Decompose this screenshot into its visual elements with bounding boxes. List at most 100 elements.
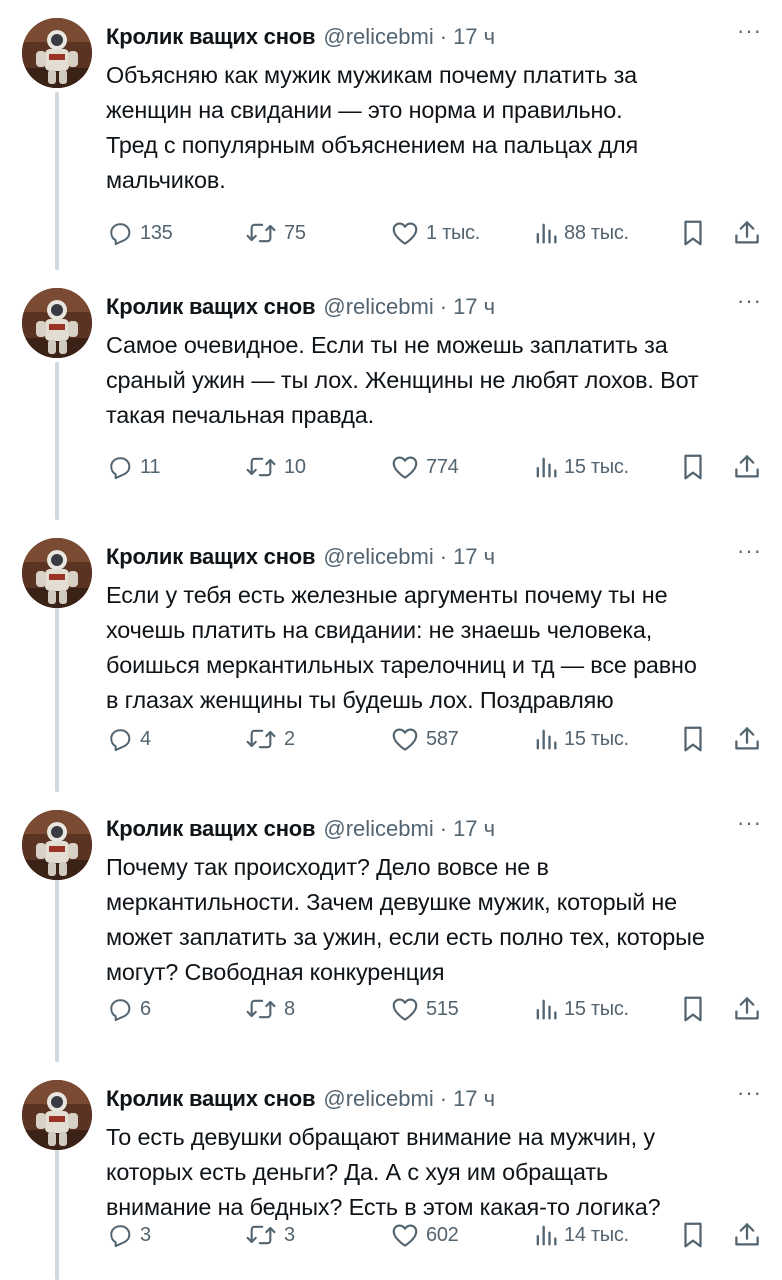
tweet-actions: 6 8 515 15 тыс.	[106, 992, 762, 1026]
like-button[interactable]: 602	[390, 1218, 459, 1252]
author-name[interactable]: Кролик ващих снов	[106, 24, 316, 50]
reply-button[interactable]: 3	[106, 1218, 151, 1252]
avatar[interactable]	[22, 810, 92, 880]
author-name[interactable]: Кролик ващих снов	[106, 294, 316, 320]
retweet-button[interactable]: 3	[244, 1218, 295, 1252]
bookmark-button[interactable]	[680, 1218, 706, 1252]
views-button[interactable]: 15 тыс.	[534, 722, 629, 756]
bookmark-icon	[684, 220, 702, 246]
more-icon[interactable]: ···	[737, 1080, 762, 1106]
tweet-time[interactable]: 17 ч	[453, 544, 495, 570]
like-button[interactable]: 774	[390, 450, 459, 484]
retweet-count: 8	[284, 997, 295, 1020]
thread-line	[55, 866, 59, 1062]
author-handle[interactable]: @relicebmi	[323, 24, 433, 50]
tweet-time[interactable]: 17 ч	[453, 24, 495, 50]
retweet-icon	[246, 729, 276, 749]
share-button[interactable]	[732, 1218, 762, 1252]
like-button[interactable]: 587	[390, 722, 459, 756]
share-button[interactable]	[732, 216, 762, 250]
views-button[interactable]: 15 тыс.	[534, 450, 629, 484]
tweet-time[interactable]: 17 ч	[453, 1086, 495, 1112]
like-button[interactable]: 1 тыс.	[390, 216, 480, 250]
reply-icon	[110, 1225, 131, 1248]
bookmark-button[interactable]	[680, 450, 706, 484]
separator-dot: ·	[439, 544, 448, 569]
avatar[interactable]	[22, 1080, 92, 1150]
tweet-actions: 11 10 774 15 тыс.	[106, 450, 762, 484]
tweet-header: Кролик ващих снов @relicebmi · 17 ч ···	[106, 810, 762, 844]
avatar[interactable]	[22, 538, 92, 608]
reply-count: 11	[140, 455, 161, 478]
share-button[interactable]	[732, 992, 762, 1026]
separator-dot: ·	[439, 1086, 448, 1111]
share-button[interactable]	[732, 450, 762, 484]
views-icon	[536, 1225, 557, 1246]
avatar-astronaut-image	[22, 538, 92, 608]
views-button[interactable]: 14 тыс.	[534, 1218, 629, 1252]
reply-button[interactable]: 4	[106, 722, 151, 756]
reply-button[interactable]: 6	[106, 992, 151, 1026]
retweet-count: 3	[284, 1223, 295, 1246]
thread-line	[55, 362, 59, 520]
retweet-count: 10	[284, 455, 306, 478]
reply-button[interactable]: 11	[106, 450, 160, 484]
reply-icon	[110, 223, 131, 246]
avatar[interactable]	[22, 288, 92, 358]
retweet-button[interactable]: 75	[244, 216, 306, 250]
tweet-text: Если у тебя есть железные аргументы поче…	[106, 582, 697, 713]
author-handle[interactable]: @relicebmi	[323, 544, 433, 570]
retweet-icon	[246, 457, 276, 477]
bookmark-icon	[684, 454, 702, 480]
reply-icon	[110, 729, 131, 752]
retweet-button[interactable]: 10	[244, 450, 306, 484]
retweet-count: 75	[284, 221, 306, 244]
author-name[interactable]: Кролик ващих снов	[106, 1086, 316, 1112]
tweet-time[interactable]: 17 ч	[453, 816, 495, 842]
reply-count: 6	[140, 997, 151, 1020]
author-name[interactable]: Кролик ващих снов	[106, 816, 316, 842]
separator-dot: ·	[439, 24, 448, 49]
reply-count: 135	[140, 221, 173, 244]
bookmark-icon	[684, 996, 702, 1022]
views-button[interactable]: 88 тыс.	[534, 216, 629, 250]
more-icon[interactable]: ···	[737, 288, 762, 314]
retweet-icon	[246, 223, 276, 243]
tweet-header: Кролик ващих снов @relicebmi · 17 ч ···	[106, 1080, 762, 1114]
like-count: 602	[426, 1223, 459, 1246]
bookmark-button[interactable]	[680, 992, 706, 1026]
like-count: 1 тыс.	[426, 221, 480, 244]
author-name[interactable]: Кролик ващих снов	[106, 544, 316, 570]
like-button[interactable]: 515	[390, 992, 459, 1026]
more-icon[interactable]: ···	[737, 538, 762, 564]
retweet-button[interactable]: 8	[244, 992, 295, 1026]
tweet-thread: Кролик ващих снов @relicebmi · 17 ч ··· …	[0, 0, 782, 1280]
reply-count: 3	[140, 1223, 151, 1246]
views-count: 14 тыс.	[564, 1223, 629, 1246]
avatar[interactable]	[22, 18, 92, 88]
bookmark-button[interactable]	[680, 722, 706, 756]
more-icon[interactable]: ···	[737, 810, 762, 836]
share-icon	[735, 727, 759, 750]
like-count: 774	[426, 455, 459, 478]
share-icon	[735, 455, 759, 478]
thread-line	[55, 92, 59, 270]
author-handle[interactable]: @relicebmi	[323, 816, 433, 842]
author-handle[interactable]: @relicebmi	[323, 294, 433, 320]
reply-icon	[110, 999, 131, 1022]
more-icon[interactable]: ···	[737, 18, 762, 44]
like-count: 515	[426, 997, 459, 1020]
bookmark-button[interactable]	[680, 216, 706, 250]
like-icon	[392, 222, 418, 245]
share-button[interactable]	[732, 722, 762, 756]
views-icon	[536, 999, 557, 1020]
tweet-actions: 3 3 602 14 тыс.	[106, 1218, 762, 1252]
views-button[interactable]: 15 тыс.	[534, 992, 629, 1026]
views-count: 15 тыс.	[564, 727, 629, 750]
avatar-astronaut-image	[22, 18, 92, 88]
retweet-button[interactable]: 2	[244, 722, 295, 756]
tweet-time[interactable]: 17 ч	[453, 294, 495, 320]
reply-icon	[110, 457, 131, 480]
author-handle[interactable]: @relicebmi	[323, 1086, 433, 1112]
reply-button[interactable]: 135	[106, 216, 173, 250]
